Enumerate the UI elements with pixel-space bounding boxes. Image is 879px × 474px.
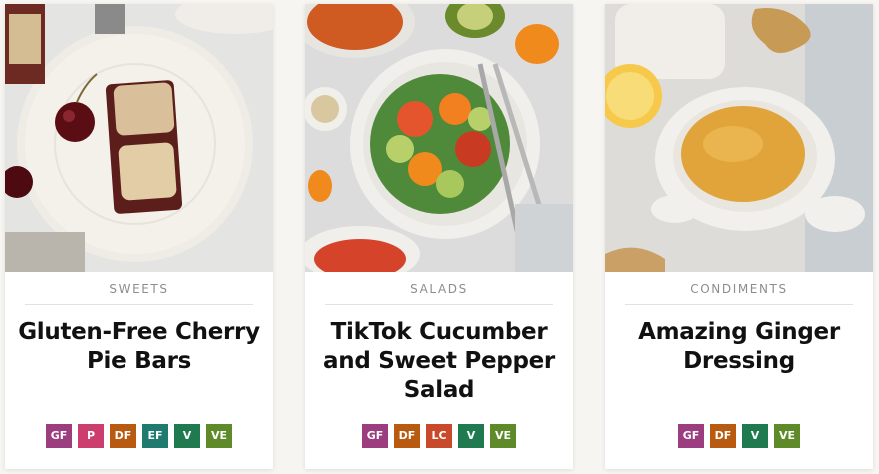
cherry-pie-bars-image[interactable] [5,4,273,272]
recipe-category: SALADS [410,282,468,296]
diet-badge-ve: VE [206,424,232,448]
divider [325,304,553,305]
recipe-card-cherry-pie-bars[interactable]: SWEETS Gluten-Free Cherry Pie Bars GF P … [5,4,273,469]
diet-badge-ve: VE [490,424,516,448]
diet-badge-gf: GF [678,424,704,448]
diet-badge-df: DF [394,424,420,448]
diet-badge-lc: LC [426,424,452,448]
diet-badge-gf: GF [362,424,388,448]
recipe-card-ginger-dressing[interactable]: CONDIMENTS Amazing Ginger Dressing GF DF… [605,4,873,469]
diet-badge-df: DF [710,424,736,448]
ginger-dressing-image[interactable] [605,4,873,272]
diet-badges: GF DF LC V VE [305,424,573,448]
recipe-category: CONDIMENTS [690,282,788,296]
diet-badge-df: DF [110,424,136,448]
diet-badge-v: V [174,424,200,448]
diet-badge-gf: GF [46,424,72,448]
recipe-title[interactable]: Gluten-Free Cherry Pie Bars [17,318,261,376]
recipe-card-cucumber-pepper-salad[interactable]: SALADS TikTok Cucumber and Sweet Pepper … [305,4,573,469]
diet-badges: GF P DF EF V VE [5,424,273,448]
diet-badge-v: V [742,424,768,448]
diet-badges: GF DF V VE [605,424,873,448]
divider [25,304,253,305]
diet-badge-p: P [78,424,104,448]
recipe-category: SWEETS [109,282,169,296]
cucumber-pepper-salad-image[interactable] [305,4,573,272]
recipe-title[interactable]: TikTok Cucumber and Sweet Pepper Salad [317,318,561,405]
recipe-title[interactable]: Amazing Ginger Dressing [617,318,861,376]
diet-badge-ve: VE [774,424,800,448]
divider [625,304,853,305]
diet-badge-v: V [458,424,484,448]
diet-badge-ef: EF [142,424,168,448]
